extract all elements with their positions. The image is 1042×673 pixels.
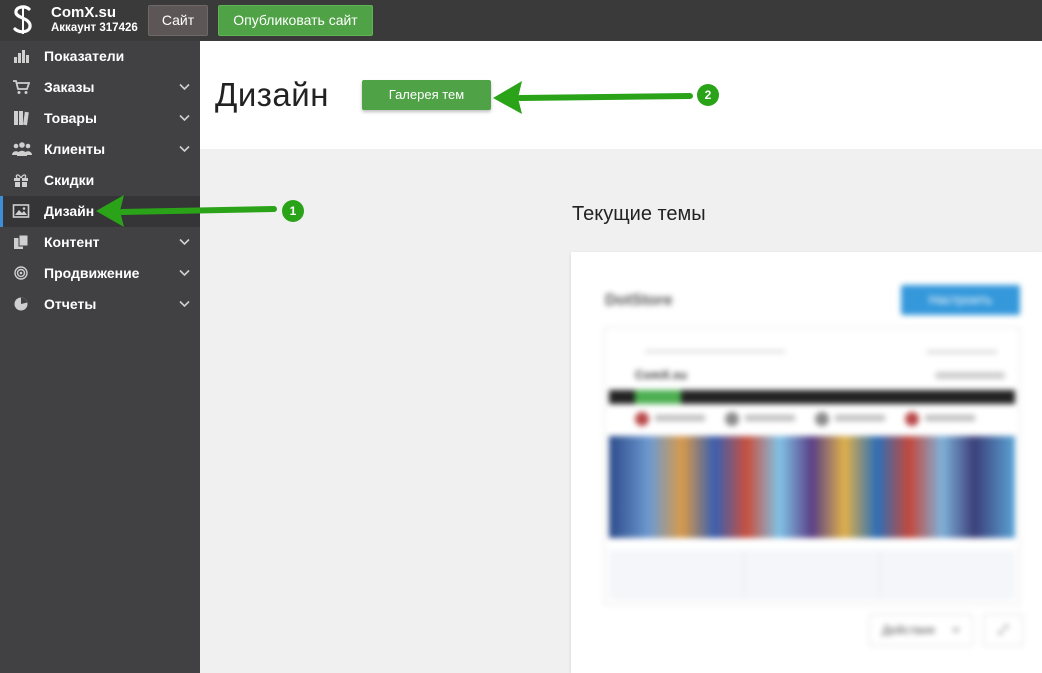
bar-chart-icon	[14, 50, 29, 63]
chevron-down-icon	[179, 269, 190, 277]
sidebar-item-clients[interactable]: Клиенты	[0, 134, 200, 165]
sidebar-item-reports[interactable]: Отчеты	[0, 289, 200, 320]
chevron-down-icon	[179, 114, 190, 122]
publish-site-button[interactable]: Опубликовать сайт	[218, 5, 373, 36]
annotation-badge-2: 2	[697, 84, 719, 106]
chevron-down-icon	[179, 83, 190, 91]
sidebar-item-label: Отчеты	[44, 296, 97, 312]
chevron-down-icon	[179, 145, 190, 153]
sidebar-item-content[interactable]: Контент	[0, 227, 200, 258]
actions-dropdown-button[interactable]: Действия	[869, 614, 973, 646]
preview-product-grid	[609, 550, 1015, 600]
theme-name: DotStore	[605, 292, 673, 309]
preview-feature	[635, 412, 705, 426]
open-theme-button[interactable]: ⤢	[983, 614, 1023, 646]
comx-logo-icon[interactable]	[10, 4, 36, 36]
page-title: Дизайн	[215, 76, 329, 113]
pie-chart-icon	[14, 297, 28, 311]
chevron-down-icon	[952, 627, 960, 633]
copy-icon	[14, 234, 29, 249]
preview-topline	[645, 350, 785, 353]
brand-name: ComX.su	[51, 4, 117, 21]
sidebar-item-promotion[interactable]: Продвижение	[0, 258, 200, 289]
preview-feature	[905, 412, 975, 426]
target-icon	[14, 266, 28, 280]
sidebar-item-products[interactable]: Товары	[0, 103, 200, 134]
current-themes-heading: Текущие темы	[572, 203, 706, 225]
sidebar: Показатели Заказы Товары Клиенты Скидки	[0, 41, 200, 673]
gift-icon	[14, 174, 28, 187]
annotation-badge-1: 1	[282, 200, 304, 222]
preview-feature	[815, 412, 885, 426]
sidebar-item-label: Товары	[44, 110, 97, 126]
preview-menu-active	[635, 390, 681, 404]
preview-tool-icons	[935, 372, 1005, 379]
theme-card: DotStore Настроить ComX.su Действия ⤢	[571, 252, 1042, 673]
sidebar-item-discounts[interactable]: Скидки	[0, 165, 200, 196]
users-icon	[12, 142, 32, 156]
preview-banner	[609, 436, 1015, 538]
books-icon	[14, 111, 29, 126]
theme-gallery-button[interactable]: Галерея тем	[362, 80, 491, 110]
sidebar-item-orders[interactable]: Заказы	[0, 72, 200, 103]
theme-preview[interactable]: ComX.su	[604, 327, 1020, 605]
image-icon	[12, 204, 30, 218]
chevron-down-icon	[179, 300, 190, 308]
sidebar-item-label: Контент	[44, 234, 100, 250]
sidebar-item-label: Заказы	[44, 79, 95, 95]
preview-top-icons	[927, 350, 997, 354]
sidebar-item-label: Показатели	[44, 48, 125, 64]
topbar: ComX.su Аккаунт 317426 Сайт Опубликовать…	[0, 0, 1042, 41]
sidebar-item-dashboard[interactable]: Показатели	[0, 41, 200, 72]
sidebar-item-label: Продвижение	[44, 265, 140, 281]
sidebar-item-design[interactable]: Дизайн	[0, 196, 200, 227]
site-button[interactable]: Сайт	[148, 5, 208, 36]
sidebar-item-label: Дизайн	[44, 203, 95, 219]
sidebar-item-label: Клиенты	[44, 141, 106, 157]
sidebar-item-label: Скидки	[44, 172, 95, 188]
preview-logo: ComX.su	[635, 368, 688, 382]
account-number: Аккаунт 317426	[51, 22, 138, 34]
chevron-down-icon	[179, 238, 190, 246]
cart-icon	[13, 80, 30, 94]
preview-feature	[725, 412, 795, 426]
configure-theme-button[interactable]: Настроить	[901, 285, 1020, 315]
actions-label: Действия	[882, 623, 935, 637]
